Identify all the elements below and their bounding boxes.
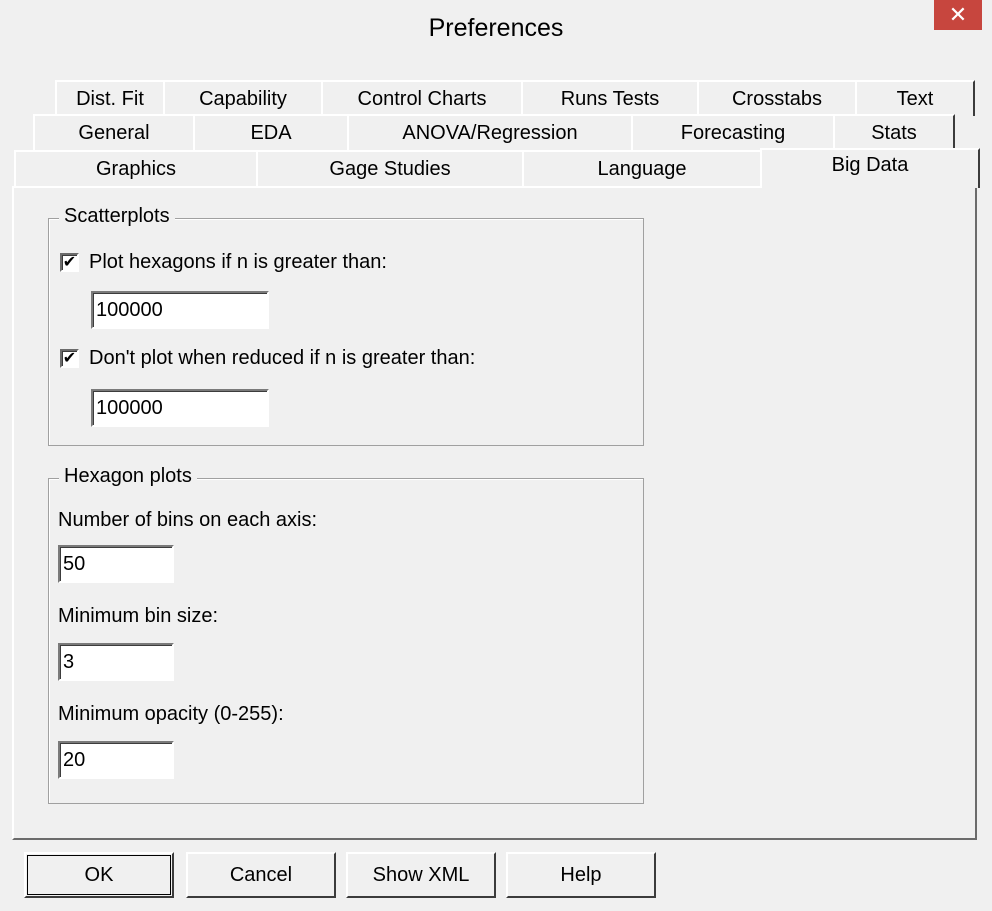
- min-opacity-label: Minimum opacity (0-255):: [58, 703, 284, 725]
- scatterplots-group: Scatterplots ✔ Plot hexagons if n is gre…: [48, 205, 644, 446]
- tab-crosstabs[interactable]: Crosstabs: [697, 80, 857, 116]
- dont-plot-reduced-row: ✔ Don't plot when reduced if n is greate…: [60, 347, 475, 370]
- bins-input[interactable]: 50: [58, 545, 174, 583]
- cancel-button[interactable]: Cancel: [186, 852, 336, 898]
- tab-text[interactable]: Text: [855, 80, 975, 116]
- preferences-dialog: Preferences ✕ Dist. Fit Capability Contr…: [0, 0, 992, 911]
- hexagon-plots-group: Hexagon plots Number of bins on each axi…: [48, 465, 644, 804]
- plot-hexagons-row: ✔ Plot hexagons if n is greater than:: [60, 251, 387, 274]
- plot-hexagons-checkbox[interactable]: ✔: [60, 253, 79, 272]
- plot-hexagons-label: Plot hexagons if n is greater than:: [89, 251, 387, 273]
- min-bin-size-input[interactable]: 3: [58, 643, 174, 681]
- title-bar: Preferences ✕: [0, 0, 992, 62]
- tab-graphics[interactable]: Graphics: [14, 150, 258, 186]
- tab-dist-fit[interactable]: Dist. Fit: [55, 80, 165, 116]
- close-icon[interactable]: ✕: [934, 0, 982, 30]
- tab-capability[interactable]: Capability: [163, 80, 323, 116]
- dont-plot-reduced-label: Don't plot when reduced if n is greater …: [89, 347, 476, 369]
- tab-language[interactable]: Language: [522, 150, 762, 186]
- min-bin-size-label: Minimum bin size:: [58, 605, 219, 627]
- tab-eda[interactable]: EDA: [193, 114, 349, 150]
- dont-plot-reduced-threshold-input[interactable]: 100000: [91, 389, 269, 427]
- tab-panel-big-data: Scatterplots ✔ Plot hexagons if n is gre…: [12, 186, 977, 840]
- show-xml-button[interactable]: Show XML: [346, 852, 496, 898]
- scatterplots-group-title: Scatterplots: [59, 205, 175, 228]
- ok-button[interactable]: OK: [24, 852, 174, 898]
- tab-forecasting[interactable]: Forecasting: [631, 114, 835, 150]
- window-title: Preferences: [428, 14, 564, 42]
- tab-stats[interactable]: Stats: [833, 114, 955, 150]
- tab-big-data[interactable]: Big Data: [760, 148, 980, 188]
- tab-runs-tests[interactable]: Runs Tests: [521, 80, 699, 116]
- bins-label: Number of bins on each axis:: [58, 509, 318, 531]
- plot-hexagons-threshold-input[interactable]: 100000: [91, 291, 269, 329]
- min-opacity-input[interactable]: 20: [58, 741, 174, 779]
- tab-anova-regression[interactable]: ANOVA/Regression: [347, 114, 633, 150]
- hexagon-plots-group-title: Hexagon plots: [59, 465, 197, 488]
- tab-control-charts[interactable]: Control Charts: [321, 80, 523, 116]
- tab-general[interactable]: General: [33, 114, 195, 150]
- help-button[interactable]: Help: [506, 852, 656, 898]
- tab-gage-studies[interactable]: Gage Studies: [256, 150, 524, 186]
- dont-plot-reduced-checkbox[interactable]: ✔: [60, 349, 79, 368]
